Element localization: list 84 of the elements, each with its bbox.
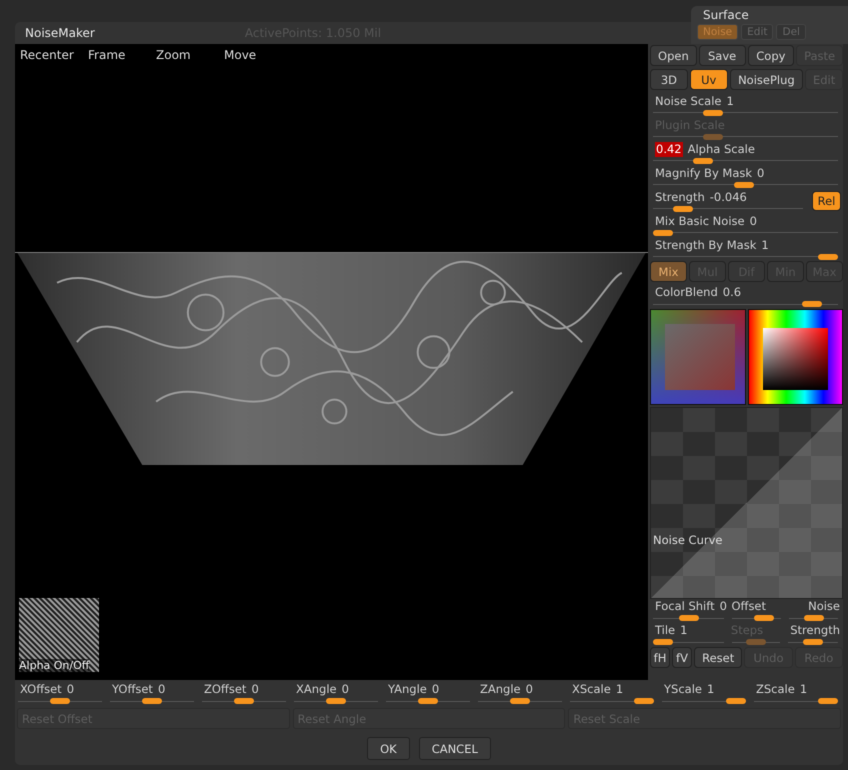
slider-value: 1 [726,94,734,108]
slider-thumb[interactable] [692,158,713,164]
slider-label: YAngle [388,682,427,697]
slider-thumb[interactable] [326,698,346,704]
slider-label: ZAngle [480,682,521,697]
slider-value[interactable]: 0.42 [655,142,683,156]
slider-label: Strength [655,190,705,204]
slider-thumb[interactable] [418,698,438,704]
slider-label: Tile [655,623,676,638]
slider-value: 0 [342,682,349,697]
slider-thumb[interactable] [510,698,530,704]
curve-edit-button[interactable]: Reset [694,647,742,668]
slider-thumb[interactable] [653,230,673,236]
slider-label: XAngle [296,682,337,697]
slider-thumb[interactable] [702,110,722,116]
curve-edit-button[interactable]: fV [672,647,692,668]
slider-thumb[interactable] [754,615,774,621]
color-picker[interactable] [748,309,843,405]
dialog-button[interactable]: OK [367,737,410,760]
slider-label: YOffset [112,682,153,697]
alpha-thumbnail[interactable]: Alpha On/Off [19,598,99,672]
slider-label: YScale [664,682,702,697]
curve-edit-button[interactable]: fH [650,647,670,668]
slider-thumb[interactable] [726,698,746,704]
slider-thumb[interactable] [672,206,692,212]
slider-value: 1 [800,682,808,697]
slider-value: 0 [432,682,440,697]
curve-label: Noise Curve [653,533,722,547]
slider-label: ZOffset [204,682,246,697]
slider-label: Focal Shift [655,599,715,614]
slider-value: 1 [761,238,769,252]
mode-button[interactable]: NoisePlug [730,69,804,90]
dialog-button[interactable]: CANCEL [418,737,491,760]
slider-label: Noise [808,599,840,614]
viewport-menu-item[interactable]: Zoom [156,48,224,62]
slider-thumb[interactable] [804,615,824,621]
slider-value: 0 [526,682,533,697]
slider-label: XScale [572,682,611,697]
slider-thumb[interactable] [50,698,70,704]
slider-label: Magnify By Mask [655,166,752,180]
slider-value: 0.6 [722,285,742,300]
viewport-menu-item[interactable]: Move [224,48,292,62]
slider-value: 0 [251,682,259,697]
slider-thumb[interactable] [142,698,162,704]
file-button[interactable]: Copy [748,45,794,66]
slider-value: 0 [66,682,74,697]
slider-label: Alpha Scale [688,142,755,156]
slider-value: 0 [750,214,757,228]
dialog-title: NoiseMaker [25,26,95,40]
panel-title: Surface [703,8,750,22]
mode-button[interactable]: 3D [650,69,688,90]
slider-label: ZScale [756,682,795,697]
slider-thumb[interactable] [818,698,838,704]
viewport-menu-item[interactable]: Frame [88,48,156,62]
slider-label: Strength By Mask [655,238,756,252]
slider-label: XOffset [20,682,62,697]
slider-value: 1 [706,682,714,697]
slider-thumb[interactable] [653,639,673,645]
slider-label: Mix Basic Noise [655,214,745,228]
slider-thumb[interactable] [818,254,838,260]
alpha-label: Alpha On/Off [19,659,90,672]
slider-label: Noise Scale [655,94,722,108]
color-swatch[interactable] [650,309,746,405]
slider-thumb[interactable] [678,615,699,621]
slider-label: Offset [731,599,766,614]
slider-label: Strength [790,623,840,638]
file-button[interactable]: Save [698,45,746,66]
viewport-menu-item[interactable]: Recenter [20,48,88,62]
slider-thumb[interactable] [634,698,654,704]
slider-value: 0 [720,599,727,614]
slider-value: 1 [680,623,688,638]
slider-value: 1 [616,682,624,697]
relative-toggle[interactable]: Rel [812,191,841,211]
slider-thumb[interactable] [234,698,254,704]
slider-value: 0 [158,682,166,697]
mode-button[interactable]: Uv [690,69,728,90]
file-button[interactable]: Open [650,45,697,66]
slider-thumb[interactable] [734,182,754,188]
slider-value: -0.046 [710,190,747,204]
slider-label: ColorBlend [655,285,718,300]
slider-thumb[interactable] [802,301,822,307]
slider-thumb[interactable] [803,639,824,645]
slider-value: 0 [757,166,764,180]
noise-curve-editor[interactable]: Noise Curve [650,407,843,599]
